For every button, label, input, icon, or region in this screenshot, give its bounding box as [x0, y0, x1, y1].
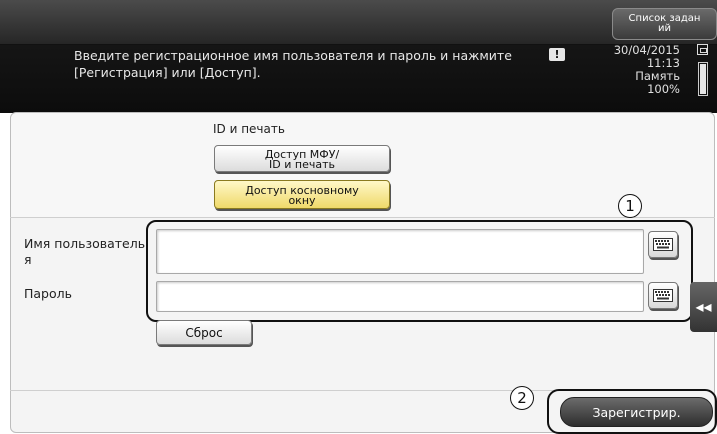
mfp-access-button[interactable]: Доступ МФУ/ ID и печать — [214, 145, 390, 172]
job-list-button[interactable]: Список задан ий — [612, 8, 717, 40]
memory-gauge — [698, 62, 708, 96]
memory-gauge-fill — [700, 64, 706, 94]
login-screen: Список задан ий Введите регистрационное … — [0, 0, 717, 434]
callout-2: 2 — [510, 386, 534, 410]
tray-icon — [697, 44, 708, 55]
credentials-highlight — [146, 220, 693, 322]
header-strip — [0, 0, 717, 45]
register-button[interactable]: Зарегистрир. — [560, 397, 713, 427]
warning-icon[interactable]: ! — [549, 48, 565, 61]
side-panel-tab[interactable]: ◂◂ — [690, 282, 717, 332]
touch-access-button[interactable]: Доступ косновному окну — [214, 180, 390, 209]
instruction-message: Введите регистрационное имя пользователя… — [74, 48, 512, 80]
user-name-label: Имя пользователь я — [24, 236, 146, 267]
status-readout: 30/04/2015 11:13 Память 100% — [590, 44, 680, 96]
auth-method-title: ID и печать — [213, 122, 285, 136]
memory-value: 100% — [647, 82, 680, 96]
reset-button[interactable]: Сброс — [156, 320, 252, 345]
header-bar: Список задан ий Введите регистрационное … — [0, 0, 717, 113]
password-label: Пароль — [24, 286, 72, 301]
callout-1: 1 — [618, 194, 642, 218]
divider — [10, 217, 715, 218]
